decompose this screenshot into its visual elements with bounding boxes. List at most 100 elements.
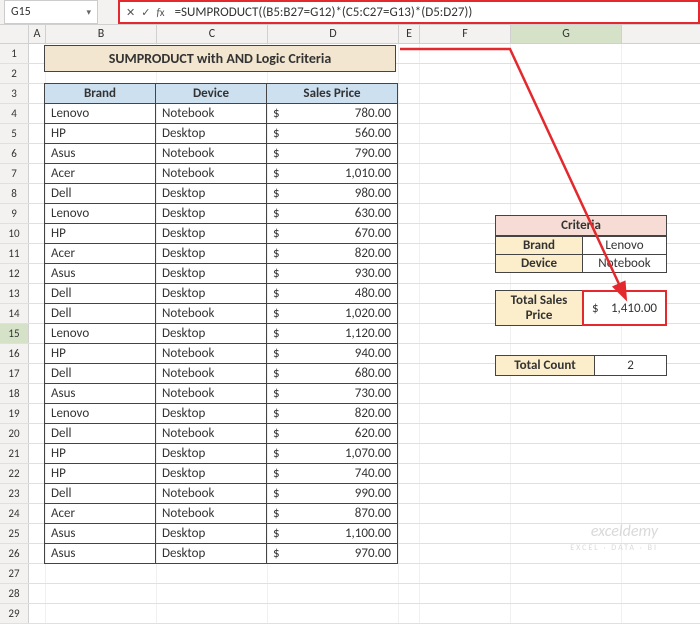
cell[interactable] bbox=[420, 504, 511, 523]
cell-device[interactable]: Desktop bbox=[156, 464, 267, 484]
cell[interactable] bbox=[399, 164, 420, 183]
cell[interactable] bbox=[399, 184, 420, 203]
cell-brand[interactable]: Acer bbox=[45, 244, 156, 264]
cell[interactable] bbox=[511, 104, 622, 123]
cell-device[interactable]: Desktop bbox=[156, 544, 267, 564]
row-header[interactable]: 2 bbox=[0, 64, 29, 83]
cell[interactable] bbox=[420, 104, 511, 123]
cell-brand[interactable]: Lenovo bbox=[45, 104, 156, 124]
select-all-corner[interactable] bbox=[0, 25, 29, 43]
cell[interactable] bbox=[157, 584, 268, 603]
name-box[interactable]: G15 ▾ bbox=[4, 0, 98, 24]
cell[interactable] bbox=[399, 244, 420, 263]
cell[interactable] bbox=[511, 604, 622, 623]
cell[interactable] bbox=[399, 504, 420, 523]
cell[interactable] bbox=[511, 424, 622, 443]
cell[interactable] bbox=[157, 564, 268, 583]
cell[interactable] bbox=[399, 204, 420, 223]
row-header[interactable]: 1 bbox=[0, 44, 29, 63]
row-header[interactable]: 10 bbox=[0, 224, 29, 243]
cell[interactable] bbox=[399, 64, 420, 83]
cell-price[interactable]: $990.00 bbox=[267, 484, 398, 504]
row-header[interactable]: 15 bbox=[0, 324, 29, 343]
cell[interactable] bbox=[511, 84, 622, 103]
cell-price[interactable]: $670.00 bbox=[267, 224, 398, 244]
row-header[interactable]: 23 bbox=[0, 484, 29, 503]
cell-brand[interactable]: Asus bbox=[45, 544, 156, 564]
cell[interactable] bbox=[420, 544, 511, 563]
chevron-down-icon[interactable]: ▾ bbox=[86, 7, 91, 18]
cell[interactable] bbox=[268, 564, 399, 583]
row-header[interactable]: 6 bbox=[0, 144, 29, 163]
cell-device[interactable]: Notebook bbox=[156, 104, 267, 124]
row-header[interactable]: 7 bbox=[0, 164, 29, 183]
col-header-A[interactable]: A bbox=[29, 25, 46, 43]
cell[interactable] bbox=[399, 104, 420, 123]
cell[interactable] bbox=[511, 484, 622, 503]
cell-brand[interactable]: Dell bbox=[45, 484, 156, 504]
row-header[interactable]: 19 bbox=[0, 404, 29, 423]
cell[interactable] bbox=[420, 384, 511, 403]
accept-icon[interactable]: ✓ bbox=[141, 6, 150, 19]
cell-brand[interactable]: Dell bbox=[45, 424, 156, 444]
cell[interactable] bbox=[511, 184, 622, 203]
cell-brand[interactable]: HP bbox=[45, 224, 156, 244]
cell[interactable] bbox=[511, 124, 622, 143]
cell[interactable] bbox=[29, 584, 46, 603]
row-header[interactable]: 11 bbox=[0, 244, 29, 263]
th-brand[interactable]: Brand bbox=[45, 84, 156, 104]
cell-price[interactable]: $480.00 bbox=[267, 284, 398, 304]
cell-price[interactable]: $930.00 bbox=[267, 264, 398, 284]
cell-brand[interactable]: Asus bbox=[45, 264, 156, 284]
col-header-C[interactable]: C bbox=[157, 25, 268, 43]
row-header[interactable]: 3 bbox=[0, 84, 29, 103]
cell-price[interactable]: $870.00 bbox=[267, 504, 398, 524]
cell-brand[interactable]: Dell bbox=[45, 364, 156, 384]
cell-device[interactable]: Notebook bbox=[156, 364, 267, 384]
cell-brand[interactable]: Acer bbox=[45, 504, 156, 524]
row-header[interactable]: 8 bbox=[0, 184, 29, 203]
cell[interactable] bbox=[420, 444, 511, 463]
cell[interactable] bbox=[46, 604, 157, 623]
cell-device[interactable]: Desktop bbox=[156, 284, 267, 304]
cancel-icon[interactable]: ✕ bbox=[126, 6, 135, 19]
col-header-E[interactable]: E bbox=[399, 25, 420, 43]
cell-price[interactable]: $680.00 bbox=[267, 364, 398, 384]
cell[interactable] bbox=[511, 464, 622, 483]
cell-device[interactable]: Notebook bbox=[156, 484, 267, 504]
cell[interactable] bbox=[420, 144, 511, 163]
cell-brand[interactable]: Asus bbox=[45, 144, 156, 164]
cell-device[interactable]: Notebook bbox=[156, 424, 267, 444]
cell[interactable] bbox=[46, 564, 157, 583]
cell-brand[interactable]: HP bbox=[45, 344, 156, 364]
row-header[interactable]: 13 bbox=[0, 284, 29, 303]
cell-device[interactable]: Notebook bbox=[156, 504, 267, 524]
cell-price[interactable]: $1,100.00 bbox=[267, 524, 398, 544]
formula-text[interactable]: =SUMPRODUCT((B5:B27=G12)*(C5:C27=G13)*(D… bbox=[171, 5, 698, 20]
cell[interactable] bbox=[420, 464, 511, 483]
cell[interactable] bbox=[420, 184, 511, 203]
cell-price[interactable]: $630.00 bbox=[267, 204, 398, 224]
cell-device[interactable]: Notebook bbox=[156, 344, 267, 364]
row-header[interactable]: 22 bbox=[0, 464, 29, 483]
cell[interactable] bbox=[511, 504, 622, 523]
cell-brand[interactable]: Asus bbox=[45, 384, 156, 404]
col-header-B[interactable]: B bbox=[46, 25, 157, 43]
cell-brand[interactable]: HP bbox=[45, 464, 156, 484]
cell[interactable] bbox=[399, 304, 420, 323]
row-header[interactable]: 17 bbox=[0, 364, 29, 383]
cell[interactable] bbox=[399, 424, 420, 443]
cell-brand[interactable]: Lenovo bbox=[45, 204, 156, 224]
row-header[interactable]: 25 bbox=[0, 524, 29, 543]
row-header[interactable]: 24 bbox=[0, 504, 29, 523]
cell-price[interactable]: $560.00 bbox=[267, 124, 398, 144]
cell-price[interactable]: $820.00 bbox=[267, 244, 398, 264]
cell[interactable] bbox=[420, 164, 511, 183]
cell[interactable] bbox=[511, 584, 622, 603]
cell-price[interactable]: $820.00 bbox=[267, 404, 398, 424]
row-header[interactable]: 16 bbox=[0, 344, 29, 363]
cell[interactable] bbox=[420, 564, 511, 583]
cell[interactable] bbox=[511, 144, 622, 163]
cell[interactable] bbox=[420, 64, 511, 83]
cell[interactable] bbox=[420, 404, 511, 423]
